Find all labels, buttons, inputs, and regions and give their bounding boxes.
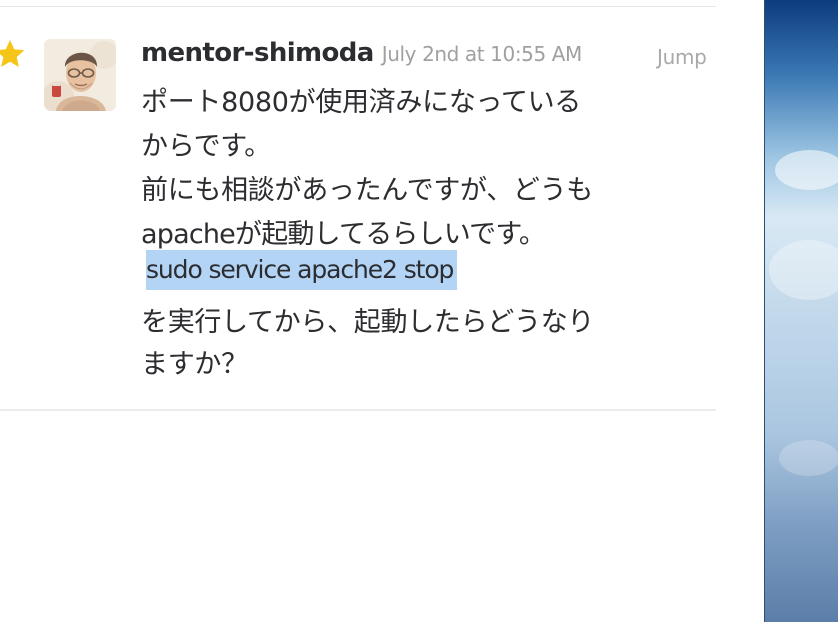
avatar[interactable] xyxy=(44,39,116,111)
cloud-shape xyxy=(779,440,838,476)
username-link[interactable]: mentor-shimoda xyxy=(141,38,374,68)
message-line: ますか？ xyxy=(141,349,248,380)
message-header: mentor-shimoda July 2nd at 10:55 AM xyxy=(141,38,582,68)
timestamp-link[interactable]: July 2nd at 10:55 AM xyxy=(382,42,583,66)
star-icon[interactable] xyxy=(0,38,26,70)
cloud-shape xyxy=(775,150,838,190)
message-line: 前にも相談があったんですが、どうも xyxy=(141,175,594,206)
selected-text-highlight[interactable]: sudo service apache2 stop xyxy=(146,250,458,290)
screen: mentor-shimoda July 2nd at 10:55 AM Jump … xyxy=(0,0,838,622)
message-pane: mentor-shimoda July 2nd at 10:55 AM Jump … xyxy=(0,0,764,622)
jump-link[interactable]: Jump xyxy=(657,45,707,69)
message-line: からです。 xyxy=(141,131,271,162)
message-line: を実行してから、起動したらどうなり xyxy=(141,307,595,338)
divider-top xyxy=(0,6,716,7)
cloud-shape xyxy=(769,240,838,300)
message-line: ポート8080が使用済みになっている xyxy=(141,87,581,118)
desktop-background xyxy=(764,0,838,622)
divider-bottom xyxy=(0,409,716,411)
message-line: apacheが起動してるらしいです。 xyxy=(141,219,546,250)
